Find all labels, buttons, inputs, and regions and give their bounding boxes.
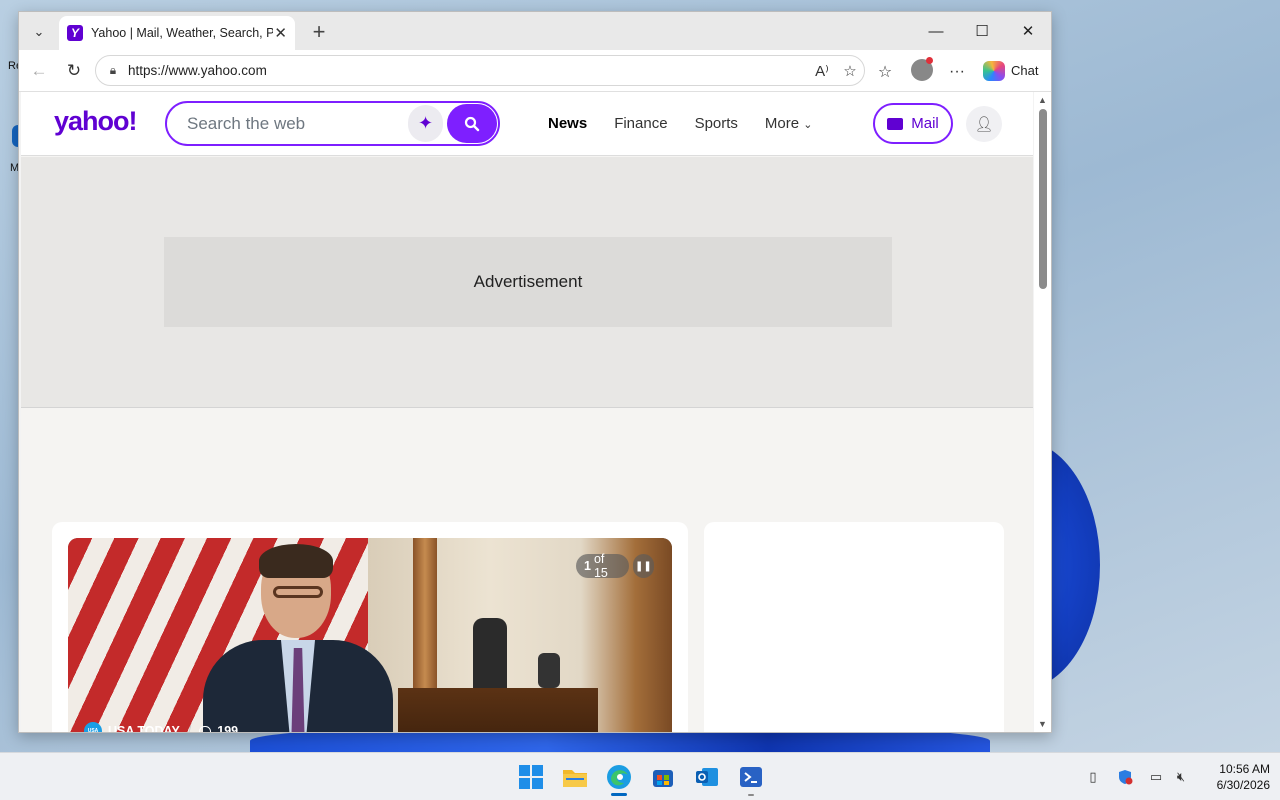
separator: / (187, 724, 192, 732)
file-explorer-icon[interactable] (561, 763, 589, 791)
system-clock[interactable]: 10:56 AM 6/30/2026 (1200, 761, 1270, 793)
hero-image[interactable]: 1 of 15 ❚❚ USA USA TODAY / 199 (68, 538, 672, 732)
search-icon (464, 116, 480, 131)
usb-device-icon[interactable]: ▯ (1084, 768, 1102, 786)
scroll-up-icon[interactable]: ▲ (1038, 95, 1047, 105)
side-card (704, 522, 1004, 732)
browser-toolbar: ← ↻ 🔒︎ https://www.yahoo.com A⁾ ☆ ☆ ··· … (19, 50, 1051, 92)
yahoo-logo[interactable]: yahoo! (54, 106, 138, 137)
store-icon[interactable] (649, 763, 677, 791)
eagle-statue (538, 653, 560, 688)
back-arrow-icon[interactable]: ← (25, 58, 53, 84)
minimize-icon[interactable]: — (913, 12, 959, 50)
slideshow-card: 1 of 15 ❚❚ USA USA TODAY / 199 (52, 522, 688, 732)
copilot-icon (983, 60, 1005, 81)
mail-button[interactable]: Mail (873, 103, 953, 144)
volume-muted-icon[interactable]: 🔇︎ (1172, 768, 1190, 786)
comment-bubble-icon (199, 725, 212, 732)
scroll-down-icon[interactable]: ▼ (1038, 719, 1047, 729)
yahoo-nav: News Finance Sports More ⌄ (548, 115, 813, 132)
nav-sports[interactable]: Sports (695, 115, 738, 132)
comment-count[interactable]: 199 (217, 724, 238, 732)
source-row: USA USA TODAY / 199 (84, 722, 238, 732)
security-shield-icon[interactable] (1116, 768, 1134, 786)
slide-counter: 1 of 15 ❚❚ (576, 552, 654, 580)
clock-time: 10:56 AM (1219, 762, 1270, 776)
outlook-icon[interactable] (693, 763, 721, 791)
page-viewport: yahoo! ✦ News Finance Sports More ⌄ Mail… (21, 92, 1033, 732)
refresh-icon[interactable]: ↻ (60, 58, 88, 84)
network-icon[interactable]: ▭ (1147, 768, 1165, 786)
tab-strip: ⌄ Y Yahoo | Mail, Weather, Search, Polit… (19, 12, 1051, 50)
browser-window: ⌄ Y Yahoo | Mail, Weather, Search, Polit… (18, 11, 1052, 733)
ai-sparkle-icon[interactable]: ✦ (408, 105, 443, 142)
profile-notification-dot (926, 57, 933, 64)
edge-active-indicator (611, 793, 627, 796)
terminal-icon[interactable] (737, 763, 765, 791)
address-bar[interactable]: 🔒︎ https://www.yahoo.com A⁾ ☆ (95, 55, 865, 86)
advertisement-slot[interactable]: Advertisement (164, 237, 892, 327)
close-icon[interactable]: ✕ (1005, 12, 1051, 50)
new-tab-plus-icon[interactable]: + (305, 18, 333, 46)
search-button[interactable] (447, 104, 497, 143)
yahoo-favicon-icon: Y (67, 25, 83, 41)
yahoo-header: yahoo! ✦ News Finance Sports More ⌄ Mail… (21, 92, 1033, 156)
chevron-down-icon: ⌄ (803, 119, 813, 131)
pause-icon[interactable]: ❚❚ (632, 554, 654, 578)
tab-actions-chevron-icon[interactable]: ⌄ (25, 18, 53, 46)
search-input[interactable] (167, 113, 408, 134)
slide-total: of 15 (593, 552, 608, 580)
chat-label: Chat (1011, 63, 1039, 78)
favorites-icon[interactable]: ☆ (871, 58, 899, 86)
nav-more[interactable]: More ⌄ (765, 115, 813, 132)
window-controls: — ☐ ✕ (913, 12, 1051, 50)
page-scrollbar[interactable]: ▲ ▼ (1034, 92, 1051, 732)
usa-today-logo-icon: USA (84, 722, 102, 732)
edge-icon[interactable] (605, 763, 633, 791)
scroll-thumb[interactable] (1039, 109, 1047, 289)
more-options-icon[interactable]: ··· (943, 58, 971, 86)
taskbar: ▯ ▭ 🔇︎ 10:56 AM 6/30/2026 (0, 752, 1280, 800)
nav-news[interactable]: News (548, 115, 587, 132)
mail-label: Mail (911, 115, 939, 132)
favorite-star-icon[interactable]: ☆ (836, 57, 864, 85)
user-profile-icon[interactable]: 👤︎ (966, 106, 1002, 142)
nav-finance[interactable]: Finance (614, 115, 667, 132)
maximize-icon[interactable]: ☐ (959, 12, 1005, 50)
ad-band: Advertisement (21, 157, 1033, 408)
tab-title: Yahoo | Mail, Weather, Search, Politics (91, 26, 273, 40)
clock-date: 6/30/2026 (1216, 778, 1270, 792)
nav-more-label: More (764, 115, 800, 132)
url-text[interactable]: https://www.yahoo.com (128, 63, 808, 78)
mail-envelope-icon (887, 117, 904, 130)
tab-close-icon[interactable]: ✕ (274, 24, 287, 42)
desk (398, 688, 598, 732)
slide-count-pill: 1 of 15 (576, 552, 629, 580)
terminal-running-indicator (748, 794, 754, 796)
lock-icon[interactable]: 🔒︎ (106, 63, 120, 78)
read-aloud-icon[interactable]: A⁾ (808, 57, 836, 85)
person-figure (203, 544, 393, 732)
mantel-clock (473, 618, 507, 688)
slide-current: 1 (584, 559, 591, 573)
start-icon[interactable] (517, 763, 545, 791)
copilot-chat-button[interactable]: Chat (977, 56, 1045, 85)
source-name[interactable]: USA TODAY (108, 724, 180, 732)
search-box: ✦ (165, 101, 500, 146)
tab-yahoo[interactable]: Y Yahoo | Mail, Weather, Search, Politic… (59, 16, 295, 50)
